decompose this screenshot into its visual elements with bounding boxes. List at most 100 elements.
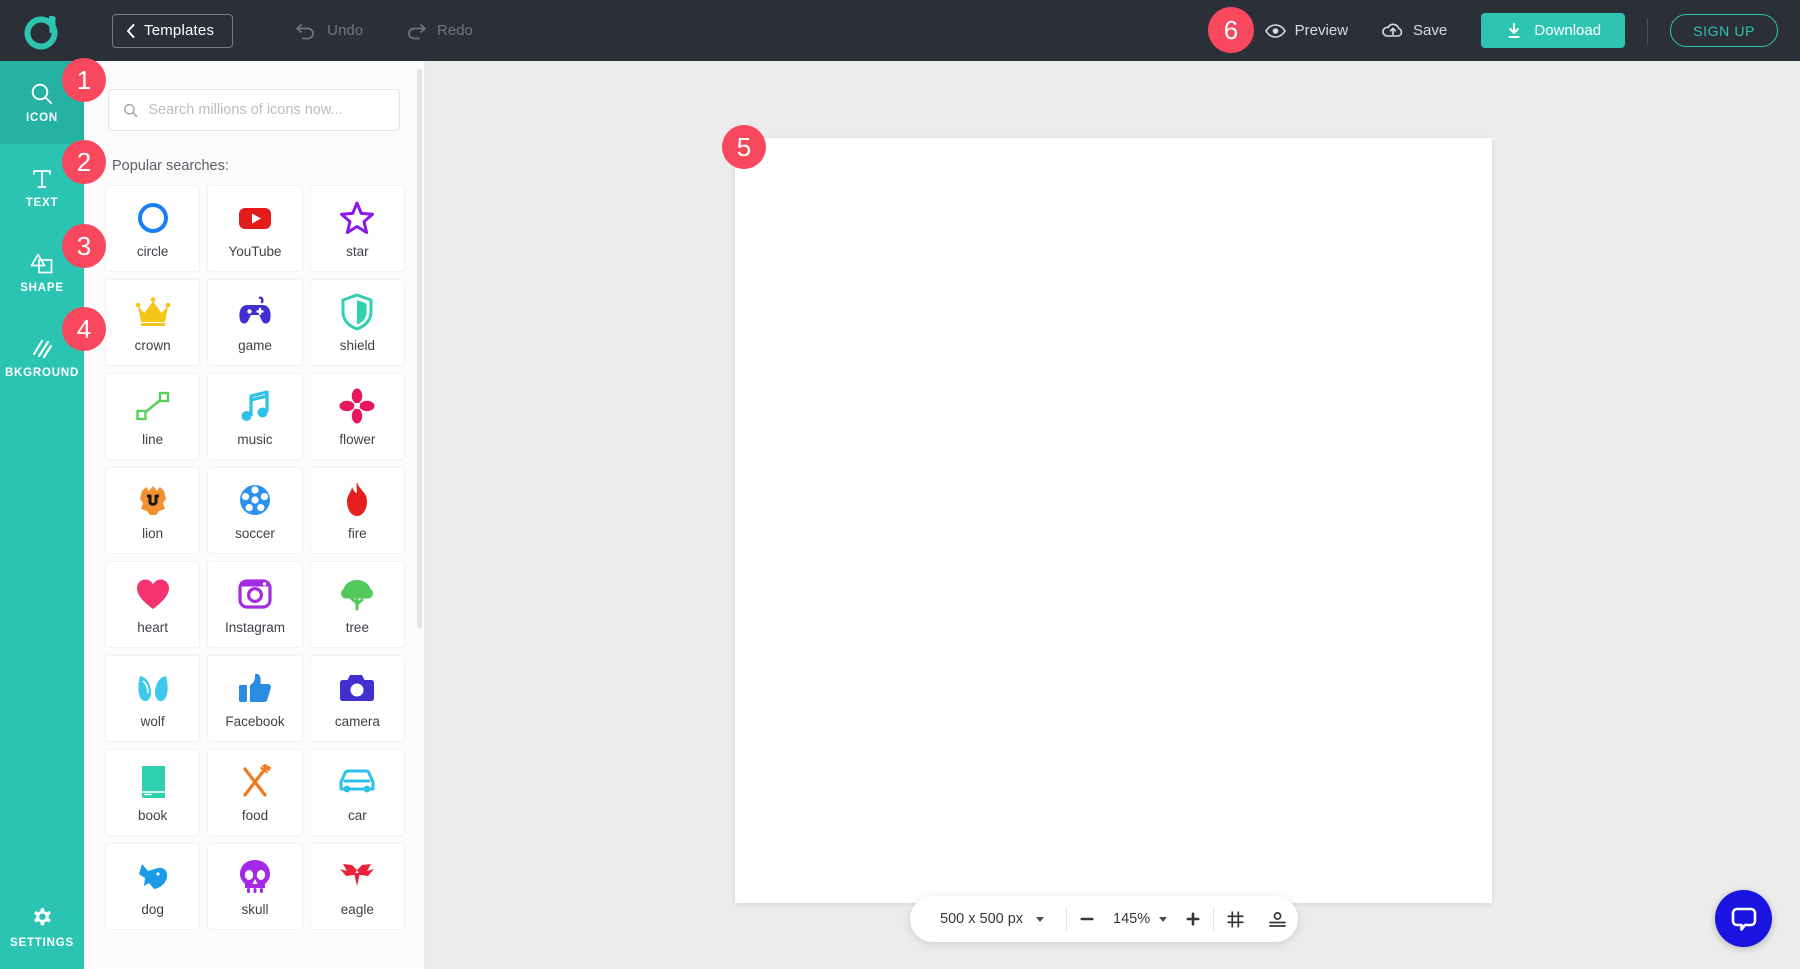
popular-icon-grid: circle YouTube star	[106, 186, 404, 929]
icon-card-car[interactable]: car	[311, 750, 404, 835]
icon-label: tree	[346, 620, 369, 635]
chevron-down-icon	[1159, 917, 1167, 922]
icon-card-wolf[interactable]: wolf	[106, 656, 199, 741]
badge-number: 5	[737, 132, 751, 163]
car-icon	[338, 763, 376, 801]
icon-card-game[interactable]: game	[208, 280, 301, 365]
sidebar-item-settings[interactable]: SETTINGS	[10, 905, 74, 949]
crown-icon	[134, 293, 172, 331]
badge-number: 2	[77, 147, 91, 178]
icon-label: fire	[348, 526, 367, 541]
save-label: Save	[1413, 22, 1447, 39]
text-t-icon	[29, 166, 55, 192]
signup-button[interactable]: SIGN UP	[1670, 14, 1778, 47]
eagle-icon	[338, 857, 376, 895]
save-button[interactable]: Save	[1382, 22, 1447, 40]
download-button[interactable]: Download	[1481, 13, 1625, 48]
signup-label: SIGN UP	[1693, 23, 1755, 39]
eye-icon	[1265, 24, 1286, 38]
icon-label: car	[348, 808, 367, 823]
icon-label: line	[142, 432, 163, 447]
sidebar-item-icon-label: ICON	[26, 112, 58, 124]
icon-label: eagle	[341, 902, 374, 917]
youtube-icon	[236, 199, 274, 237]
templates-button[interactable]: Templates	[112, 14, 233, 48]
annotation-badge-6: 6	[1208, 7, 1254, 53]
icon-card-shield[interactable]: shield	[311, 280, 404, 365]
icon-label: circle	[137, 244, 169, 259]
icon-card-facebook[interactable]: Facebook	[208, 656, 301, 741]
icon-card-book[interactable]: book	[106, 750, 199, 835]
icon-label: book	[138, 808, 167, 823]
zoom-toolbar: 500 x 500 px 145%	[910, 896, 1298, 942]
canvas-size-label: 500 x 500 px	[940, 911, 1023, 927]
icon-card-eagle[interactable]: eagle	[311, 844, 404, 929]
badge-number: 6	[1224, 15, 1238, 46]
app-logo[interactable]	[0, 11, 84, 51]
icon-card-music[interactable]: music	[208, 374, 301, 459]
sidebar-item-text-label: TEXT	[26, 197, 59, 209]
icon-card-skull[interactable]: skull	[208, 844, 301, 929]
icon-label: soccer	[235, 526, 275, 541]
snap-align-button[interactable]	[1256, 896, 1298, 942]
undo-button[interactable]: Undo	[295, 22, 363, 40]
icon-label: shield	[340, 338, 375, 353]
circle-icon	[135, 199, 171, 237]
icon-card-line[interactable]: line	[106, 374, 199, 459]
canvas[interactable]	[735, 138, 1492, 903]
preview-label: Preview	[1295, 22, 1348, 39]
grid-toggle-button[interactable]	[1214, 896, 1256, 942]
dog-icon	[134, 857, 172, 895]
skull-icon	[238, 857, 272, 895]
redo-button[interactable]: Redo	[405, 22, 473, 40]
panel-scrollbar[interactable]	[417, 69, 422, 629]
icon-card-soccer[interactable]: soccer	[208, 468, 301, 553]
topbar-actions: Preview Save Download	[1265, 0, 1800, 61]
badge-number: 3	[77, 231, 91, 262]
badge-number: 1	[77, 65, 91, 96]
icon-label: Instagram	[225, 620, 285, 635]
canvas-size-dropdown[interactable]: 500 x 500 px	[910, 911, 1066, 927]
icon-card-instagram[interactable]: Instagram	[208, 562, 301, 647]
shield-icon	[341, 293, 373, 331]
chat-widget-button[interactable]	[1715, 890, 1772, 947]
icon-card-dog[interactable]: dog	[106, 844, 199, 929]
icon-card-star[interactable]: star	[311, 186, 404, 271]
icon-card-fire[interactable]: fire	[311, 468, 404, 553]
hatch-pattern-icon	[29, 336, 55, 362]
icon-label: Facebook	[225, 714, 284, 729]
icon-card-youtube[interactable]: YouTube	[208, 186, 301, 271]
templates-label: Templates	[144, 22, 214, 39]
icon-card-circle[interactable]: circle	[106, 186, 199, 271]
plus-icon	[1184, 910, 1202, 928]
toolbar-divider	[1647, 18, 1648, 44]
camera-icon	[338, 669, 376, 707]
icon-card-camera[interactable]: camera	[311, 656, 404, 741]
icon-label: wolf	[141, 714, 165, 729]
icon-card-crown[interactable]: crown	[106, 280, 199, 365]
cloud-upload-icon	[1382, 22, 1404, 40]
undo-icon	[295, 22, 317, 40]
facebook-thumb-icon	[237, 669, 273, 707]
icon-card-food[interactable]: food	[208, 750, 301, 835]
popular-searches-title: Popular searches:	[112, 158, 424, 174]
zoom-in-button[interactable]	[1173, 896, 1213, 942]
annotation-badge-3: 3	[62, 224, 106, 268]
fork-knife-icon	[237, 763, 273, 801]
zoom-level-dropdown[interactable]: 145%	[1107, 911, 1173, 927]
icon-card-tree[interactable]: tree	[311, 562, 404, 647]
search-box[interactable]	[108, 89, 400, 131]
annotation-badge-4: 4	[62, 307, 106, 351]
zoom-level-label: 145%	[1113, 911, 1150, 927]
icon-label: crown	[135, 338, 171, 353]
zoom-out-button[interactable]	[1067, 896, 1107, 942]
icon-card-lion[interactable]: lion	[106, 468, 199, 553]
icon-label: star	[346, 244, 369, 259]
sidebar-item-bkground-label: BKGROUND	[5, 367, 79, 379]
icon-card-heart[interactable]: heart	[106, 562, 199, 647]
redo-label: Redo	[437, 22, 473, 39]
undo-label: Undo	[327, 22, 363, 39]
preview-button[interactable]: Preview	[1265, 22, 1348, 39]
search-input[interactable]	[148, 102, 385, 118]
icon-card-flower[interactable]: flower	[311, 374, 404, 459]
